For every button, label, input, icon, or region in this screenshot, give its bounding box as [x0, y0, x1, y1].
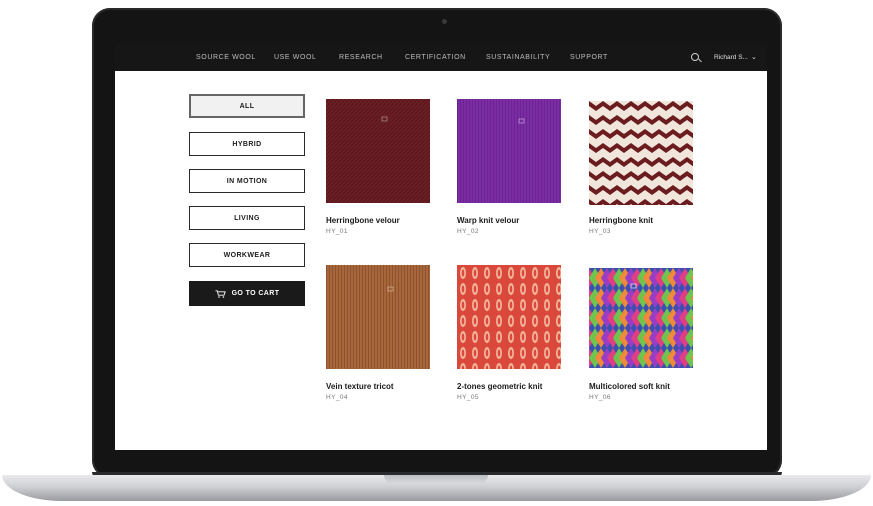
product-card[interactable]	[589, 268, 701, 377]
product-card[interactable]	[326, 265, 438, 374]
product-code: HY_03	[589, 228, 611, 235]
filter-hybrid[interactable]: HYBRID	[189, 132, 305, 156]
product-name[interactable]: Vein texture tricot	[326, 382, 394, 391]
screen: SOURCE WOOL USE WOOL RESEARCH CERTIFICAT…	[115, 44, 767, 450]
nav-support[interactable]: SUPPORT	[570, 54, 608, 61]
product-code: HY_04	[326, 394, 348, 401]
camera-icon	[442, 19, 447, 24]
fabric-swatch-image	[326, 99, 430, 203]
product-name[interactable]: Herringbone velour	[326, 216, 400, 225]
search-icon[interactable]	[691, 53, 699, 61]
user-name[interactable]: Richard S...	[714, 54, 748, 61]
filter-in-motion[interactable]: IN MOTION	[189, 169, 305, 193]
product-card[interactable]	[589, 101, 701, 210]
go-to-cart-label: GO TO CART	[231, 290, 280, 297]
fabric-swatch-image	[326, 265, 430, 369]
fabric-swatch-image	[457, 265, 561, 369]
product-code: HY_06	[589, 394, 611, 401]
product-code: HY_02	[457, 228, 479, 235]
laptop-base-notch	[384, 475, 488, 484]
nav-research[interactable]: RESEARCH	[339, 54, 383, 61]
nav-source-wool[interactable]: SOURCE WOOL	[196, 54, 256, 61]
product-name[interactable]: Herringbone knit	[589, 216, 653, 225]
product-name[interactable]: 2-tones geometric knit	[457, 382, 542, 391]
fabric-swatch-image	[589, 101, 693, 205]
filter-living[interactable]: LIVING	[189, 206, 305, 230]
product-card[interactable]	[457, 265, 569, 374]
product-name[interactable]: Multicolored soft knit	[589, 382, 670, 391]
nav-sustainability[interactable]: SUSTAINABILITY	[486, 54, 550, 61]
product-code: HY_05	[457, 394, 479, 401]
filter-all[interactable]: ALL	[189, 94, 305, 118]
fabric-swatch-image	[457, 99, 561, 203]
nav-certification[interactable]: CERTIFICATION	[405, 54, 466, 61]
top-navigation: SOURCE WOOL USE WOOL RESEARCH CERTIFICAT…	[115, 44, 767, 71]
nav-use-wool[interactable]: USE WOOL	[274, 54, 317, 61]
product-card[interactable]	[326, 99, 438, 208]
fabric-swatch-image	[589, 268, 693, 368]
chevron-down-icon[interactable]: ⌄	[751, 53, 757, 61]
filter-workwear[interactable]: WORKWEAR	[189, 243, 305, 267]
product-card[interactable]	[457, 99, 569, 208]
product-code: HY_01	[326, 228, 348, 235]
go-to-cart-button[interactable]: GO TO CART	[189, 281, 305, 306]
cart-icon	[215, 289, 226, 298]
product-name[interactable]: Warp knit velour	[457, 216, 519, 225]
